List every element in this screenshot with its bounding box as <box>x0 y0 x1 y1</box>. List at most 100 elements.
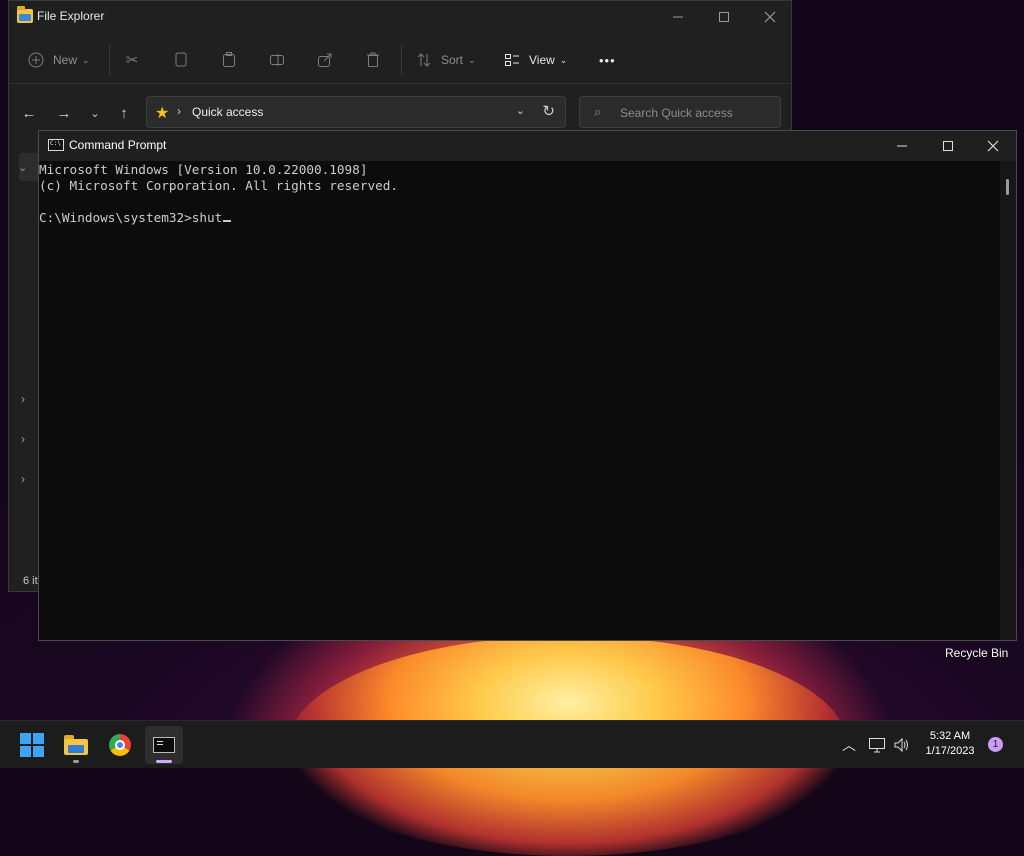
explorer-close-button[interactable] <box>747 1 793 33</box>
chrome-icon <box>109 734 131 756</box>
plus-circle-icon <box>27 51 45 69</box>
toolbar-divider <box>109 45 110 75</box>
more-options-button[interactable]: ••• <box>599 49 616 71</box>
console-line: (c) Microsoft Corporation. All rights re… <box>39 178 399 193</box>
chevron-down-icon: ⌄ <box>559 54 568 65</box>
chevron-down-icon[interactable]: ⌄ <box>18 161 27 174</box>
explorer-toolbar: New ⌄ ✂ Sort ⌄ View ⌄ ••• <box>9 37 791 84</box>
taskbar-file-explorer[interactable] <box>57 726 95 764</box>
taskbar-chrome[interactable] <box>101 726 139 764</box>
status-bar-item-count: 6 it <box>23 575 38 587</box>
text-cursor <box>223 220 232 222</box>
view-icon <box>503 51 521 69</box>
copy-button[interactable] <box>172 49 190 71</box>
search-icon: ⌕ <box>594 104 602 119</box>
arrow-right-icon: → <box>56 104 72 122</box>
close-icon <box>764 11 776 23</box>
console-input: C:\Windows\system32>shut <box>39 210 223 225</box>
sort-button[interactable]: Sort ⌄ <box>415 49 476 71</box>
new-label: New <box>53 53 78 67</box>
toolbar-divider <box>401 45 402 75</box>
chevron-down-icon: ⌄ <box>82 54 90 65</box>
recent-locations-button[interactable]: ⌄ <box>83 101 107 125</box>
folder-icon <box>17 6 33 23</box>
explorer-maximize-button[interactable] <box>701 1 747 33</box>
address-bar[interactable]: ★ › Quick access ⌄ ↻ <box>146 96 566 128</box>
chevron-down-icon: ⌄ <box>90 107 100 120</box>
refresh-icon[interactable]: ↻ <box>542 102 555 120</box>
cmd-minimize-button[interactable] <box>879 131 925 161</box>
recycle-bin-label[interactable]: Recycle Bin <box>945 646 1008 660</box>
chevron-right-icon: › <box>177 104 181 118</box>
chevron-down-icon[interactable]: ⌄ <box>516 104 525 117</box>
back-button[interactable]: ← <box>17 101 41 125</box>
chevron-down-icon: ⌄ <box>468 54 476 65</box>
rename-button[interactable] <box>268 49 286 71</box>
explorer-minimize-button[interactable] <box>655 1 701 33</box>
chevron-right-icon[interactable]: › <box>21 392 25 406</box>
maximize-icon <box>719 12 729 22</box>
clock-time: 5:32 AM <box>929 730 971 742</box>
console-prompt-line[interactable]: C:\Windows\system32>shut <box>39 210 232 226</box>
taskbar-command-prompt[interactable] <box>145 726 183 764</box>
chevron-up-icon: ︿ <box>842 738 856 754</box>
minimize-icon <box>897 145 907 147</box>
delete-button[interactable] <box>364 49 382 71</box>
start-button[interactable] <box>13 726 51 764</box>
maximize-icon <box>943 141 953 151</box>
taskbar-clock[interactable]: 5:32 AM 1/17/2023 <box>915 729 985 759</box>
view-button[interactable]: View ⌄ <box>503 49 567 71</box>
cmd-close-button[interactable] <box>970 131 1016 161</box>
running-indicator <box>73 760 79 763</box>
cmd-title: Command Prompt <box>69 138 167 152</box>
speaker-icon <box>894 737 908 753</box>
explorer-title: File Explorer <box>37 9 105 23</box>
active-indicator <box>156 760 172 763</box>
search-placeholder: Search Quick access <box>620 106 733 120</box>
terminal-icon <box>48 139 64 151</box>
sort-icon <box>415 51 433 69</box>
windows-logo-icon <box>20 733 44 757</box>
explorer-titlebar[interactable]: File Explorer <box>9 1 791 33</box>
rename-icon <box>268 51 286 69</box>
volume-button[interactable] <box>893 721 911 769</box>
console-line: Microsoft Windows [Version 10.0.22000.10… <box>39 162 368 177</box>
clock-date: 1/17/2023 <box>925 745 975 757</box>
arrow-left-icon: ← <box>21 104 37 122</box>
close-icon <box>987 140 999 152</box>
sort-label: Sort <box>441 53 464 67</box>
folder-icon <box>64 735 88 755</box>
network-icon <box>869 738 885 753</box>
scissors-icon: ✂ <box>125 52 139 69</box>
scrollbar-thumb[interactable] <box>1006 179 1009 195</box>
minimize-icon <box>673 16 683 18</box>
copy-icon <box>172 51 190 69</box>
paste-button[interactable] <box>220 49 238 71</box>
trash-icon <box>364 51 382 69</box>
cmd-console-output[interactable]: Microsoft Windows [Version 10.0.22000.10… <box>39 161 1001 640</box>
cmd-scrollbar[interactable] <box>1000 161 1016 640</box>
command-prompt-window[interactable]: Command Prompt Microsoft Windows [Versio… <box>38 130 1017 641</box>
cmd-titlebar[interactable]: Command Prompt <box>39 131 1016 161</box>
address-location: Quick access <box>192 105 264 119</box>
new-button[interactable]: New ⌄ <box>27 49 90 71</box>
notification-badge[interactable]: 1 <box>988 737 1003 752</box>
forward-button[interactable]: → <box>52 101 76 125</box>
cut-button[interactable]: ✂ <box>123 49 141 71</box>
star-icon: ★ <box>155 105 170 122</box>
chevron-right-icon[interactable]: › <box>21 472 25 486</box>
tray-overflow-button[interactable]: ︿ <box>842 721 856 769</box>
share-button[interactable] <box>316 49 334 71</box>
taskbar: ︿ 5:32 AM 1/17/2023 1 <box>0 720 1024 768</box>
search-input[interactable]: ⌕ Search Quick access <box>579 96 781 128</box>
network-button[interactable] <box>868 721 886 769</box>
cmd-maximize-button[interactable] <box>925 131 971 161</box>
share-icon <box>316 51 334 69</box>
clipboard-icon <box>220 51 238 69</box>
view-label: View <box>529 53 555 67</box>
terminal-icon <box>153 737 175 753</box>
up-button[interactable]: ↑ <box>112 101 136 125</box>
chevron-right-icon[interactable]: › <box>21 432 25 446</box>
explorer-navbar: ← → ⌄ ↑ ★ › Quick access ⌄ ↻ ⌕ Search Qu… <box>9 95 791 131</box>
arrow-up-icon: ↑ <box>120 104 128 122</box>
